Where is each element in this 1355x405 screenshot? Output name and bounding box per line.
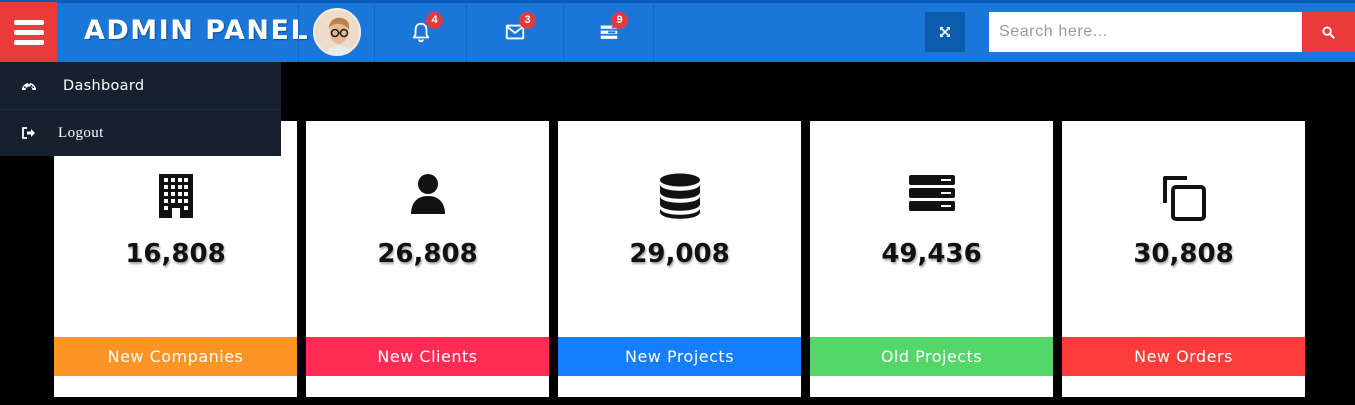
stat-card-new-projects: 29,008 New Projects — [558, 121, 801, 397]
fullscreen-button[interactable] — [925, 12, 965, 52]
search-icon — [1322, 25, 1335, 39]
stat-value: 29,008 — [629, 239, 730, 269]
menu-bar-icon — [13, 39, 44, 45]
top-navbar: ADMIN PANEL 4 3 9 Search here... — [0, 0, 1355, 62]
stat-label-button[interactable]: New Companies — [54, 337, 297, 376]
stat-value: 16,808 — [125, 239, 226, 269]
copy-icon — [1062, 173, 1305, 221]
building-icon — [54, 173, 297, 219]
hamburger-menu-button[interactable] — [0, 2, 57, 62]
sidebar-item-label: Logout — [58, 124, 104, 141]
stat-label-button[interactable]: Old Projects — [810, 337, 1053, 376]
messages-count-badge: 3 — [519, 12, 536, 29]
stat-value: 49,436 — [881, 239, 982, 269]
sidebar-item-label: Dashboard — [63, 77, 145, 94]
menu-bar-icon — [13, 19, 44, 25]
sign-out-icon — [19, 127, 39, 139]
stat-card-new-clients: 26,808 New Clients — [306, 121, 549, 397]
sidebar-item-dashboard[interactable]: Dashboard — [0, 62, 281, 109]
database-icon — [558, 173, 801, 219]
messages-button[interactable]: 3 — [467, 2, 564, 62]
user-icon — [306, 173, 549, 215]
stat-value: 26,808 — [377, 239, 478, 269]
avatar-portrait-icon — [314, 10, 359, 54]
avatar — [312, 8, 361, 56]
stat-card-new-orders: 30,808 New Orders — [1062, 121, 1305, 397]
stat-label-button[interactable]: New Projects — [558, 337, 801, 376]
notifications-button[interactable]: 4 — [375, 2, 467, 62]
expand-arrows-icon — [940, 27, 950, 37]
stat-card-new-companies: 16,808 New Companies — [54, 121, 297, 397]
search-button[interactable] — [1302, 12, 1355, 52]
user-avatar-button[interactable] — [298, 2, 375, 62]
stat-card-old-projects: 49,436 Old Projects — [810, 121, 1053, 397]
tasks-count-badge: 9 — [611, 12, 628, 29]
stat-value: 30,808 — [1133, 239, 1234, 269]
stat-label-button[interactable]: New Orders — [1062, 337, 1305, 376]
stat-label-button[interactable]: New Clients — [306, 337, 549, 376]
server-icon — [810, 173, 1053, 213]
sidebar-item-logout[interactable]: Logout — [0, 109, 281, 156]
search-input[interactable] — [989, 12, 1302, 52]
menu-bar-icon — [13, 29, 44, 35]
dashboard-icon — [19, 79, 39, 92]
brand-title: ADMIN PANEL — [84, 15, 310, 46]
tasks-button[interactable]: 9 — [564, 2, 654, 62]
sidebar-menu: Dashboard Logout — [0, 62, 281, 156]
notifications-count-badge: 4 — [426, 12, 443, 29]
